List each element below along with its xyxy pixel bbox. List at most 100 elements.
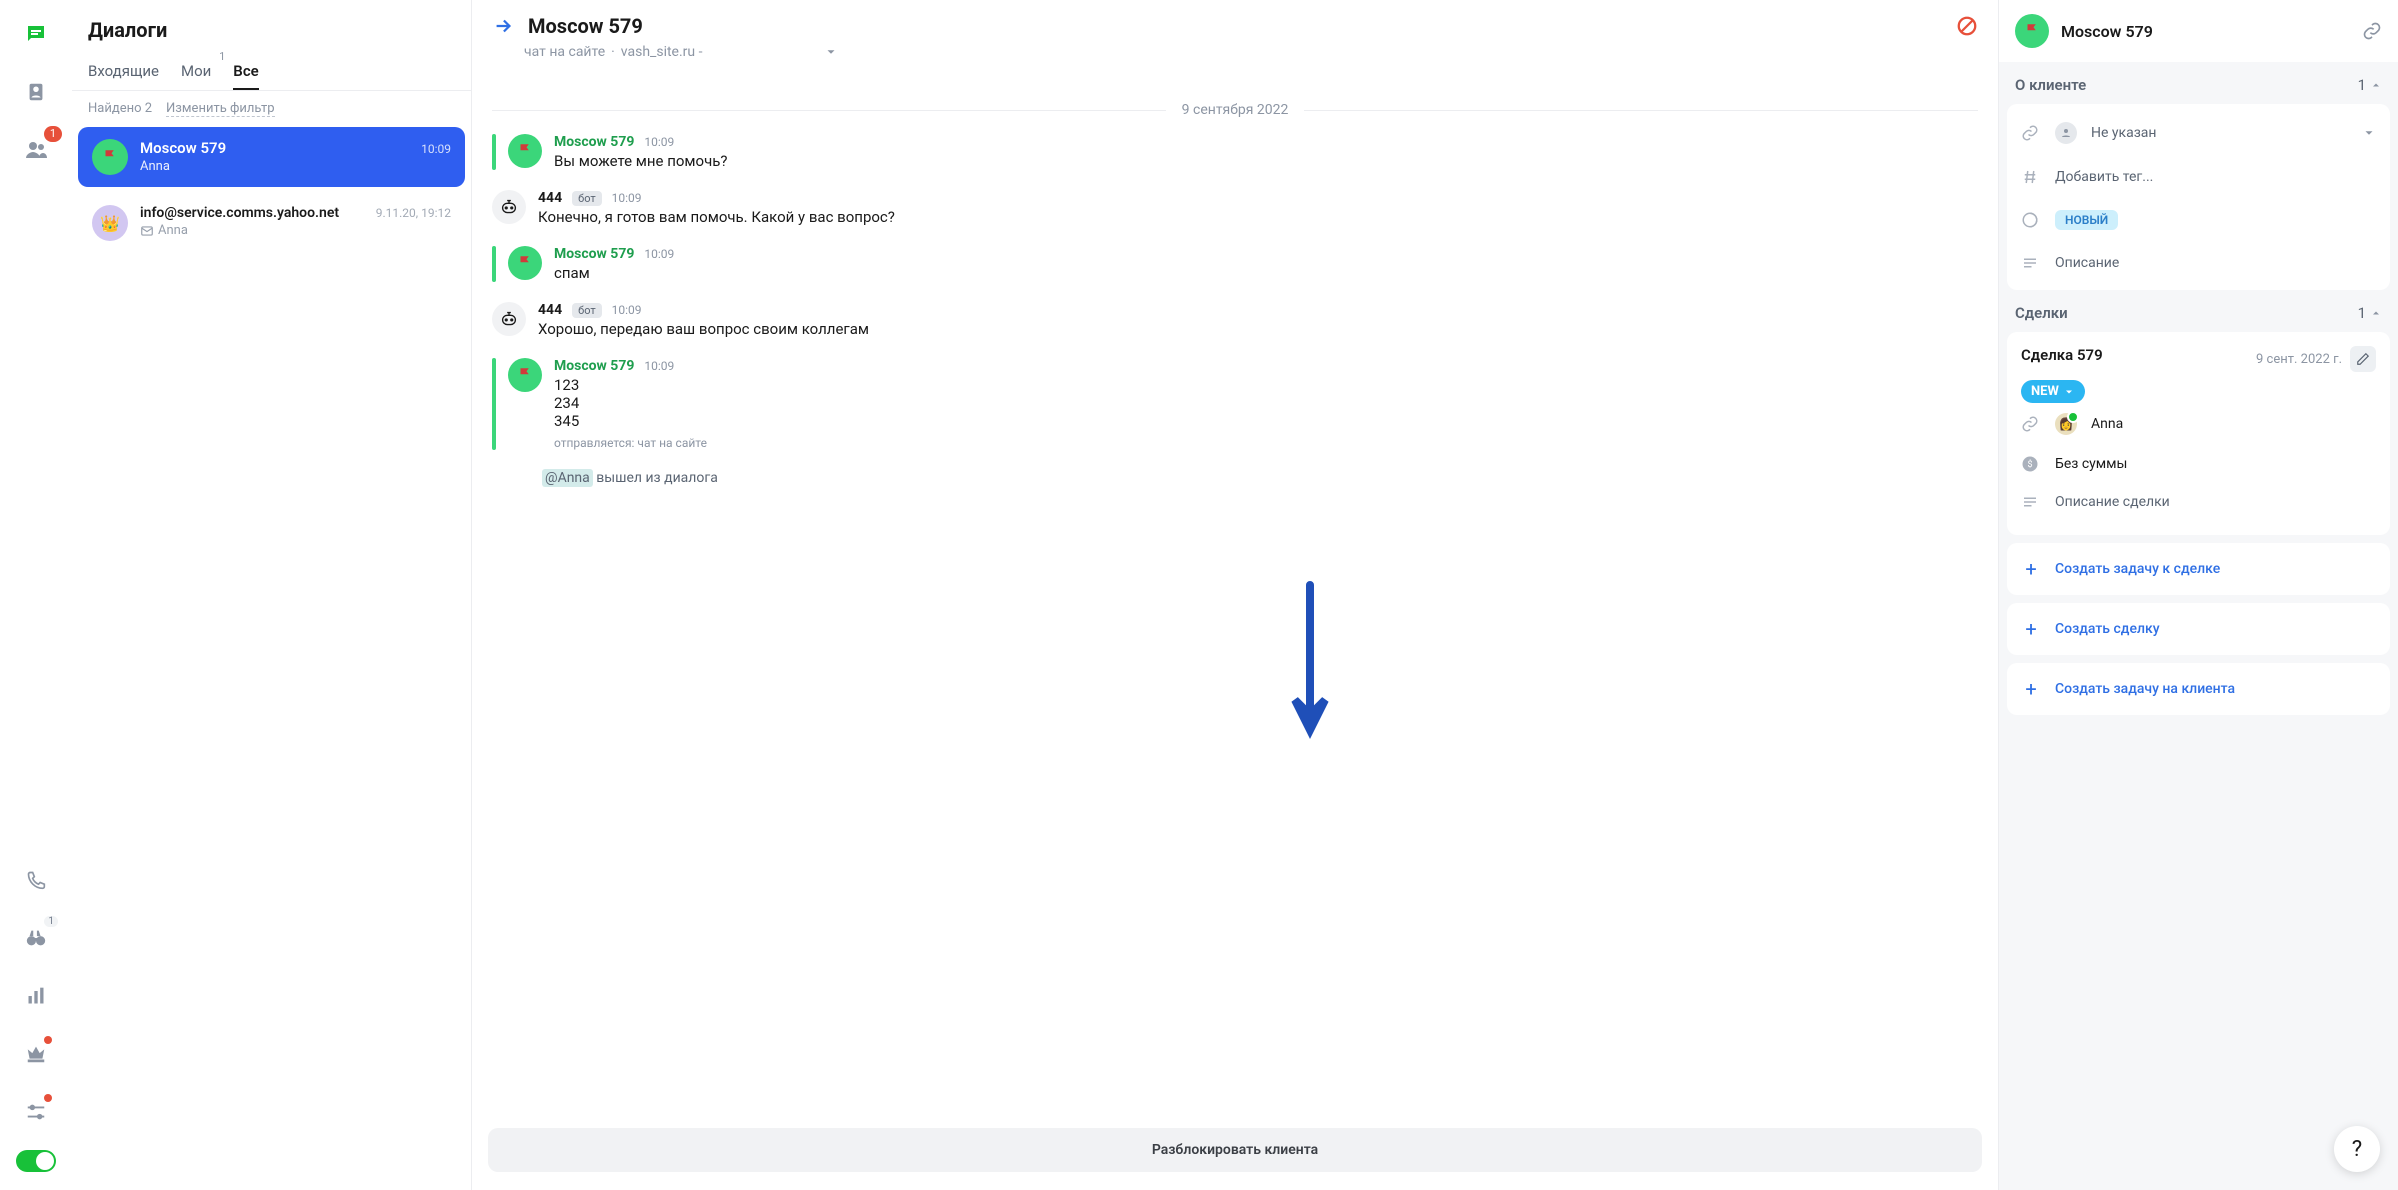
nav-settings-icon[interactable] bbox=[16, 1092, 56, 1132]
link-icon[interactable] bbox=[2362, 21, 2382, 41]
deal-amount: Без суммы bbox=[2055, 456, 2127, 472]
nav-binoculars-icon[interactable]: 1 bbox=[16, 918, 56, 958]
nav-profile-icon[interactable] bbox=[16, 72, 56, 112]
help-button[interactable]: ? bbox=[2334, 1126, 2380, 1172]
tab-all[interactable]: Все bbox=[233, 54, 258, 90]
deal-stage-badge[interactable]: NEW bbox=[2021, 380, 2085, 403]
message-time: 10:09 bbox=[612, 191, 642, 205]
chat-panel: Moscow 579 чат на сайте · vash_site.ru -… bbox=[472, 0, 1998, 1190]
deal-desc-row[interactable]: Описание сделки bbox=[2021, 483, 2376, 521]
message: 444 бот 10:09 Хорошо, передаю ваш вопрос… bbox=[492, 302, 1978, 338]
message-channel: отправляется: чат на сайте bbox=[554, 436, 1978, 450]
message-text: Вы можете мне помочь? bbox=[554, 152, 1978, 170]
description-row[interactable]: Описание bbox=[2007, 242, 2390, 284]
client-panel: Moscow 579 О клиенте 1 Не указан Добавит… bbox=[1998, 0, 2398, 1190]
message-author: Moscow 579 bbox=[554, 358, 634, 374]
hash-icon bbox=[2021, 168, 2041, 186]
nav-rail: 1 1 bbox=[0, 0, 72, 1190]
nav-phone-icon[interactable] bbox=[16, 860, 56, 900]
nav-crown-icon[interactable] bbox=[16, 1034, 56, 1074]
dialog-time: 9.11.20, 19:12 bbox=[376, 206, 451, 220]
chat-body: 9 сентября 2022 Moscow 579 10:09 Вы може… bbox=[472, 76, 1998, 1128]
chat-subheader: чат на сайте · vash_site.ru - bbox=[472, 42, 1998, 76]
chat-title: Moscow 579 bbox=[528, 14, 1942, 38]
create-deal-task-button[interactable]: + Создать задачу к сделке bbox=[2007, 543, 2390, 595]
dialog-time: 10:09 bbox=[421, 142, 451, 156]
chevron-down-icon bbox=[2362, 126, 2376, 140]
list-icon bbox=[2021, 493, 2041, 511]
link-icon bbox=[2021, 415, 2041, 433]
bot-avatar bbox=[492, 302, 526, 336]
message: Moscow 579 10:09 спам bbox=[492, 246, 1978, 282]
avatar bbox=[92, 139, 128, 175]
unblock-button[interactable]: Разблокировать клиента bbox=[488, 1128, 1982, 1172]
section-deals-header[interactable]: Сделки 1 bbox=[1999, 290, 2398, 332]
deal-amount-row[interactable]: $ Без суммы bbox=[2021, 445, 2376, 483]
nav-crown-dot bbox=[44, 1036, 52, 1044]
client-name: Moscow 579 bbox=[2061, 22, 2350, 41]
message-text: 123 234 345 bbox=[554, 376, 1978, 430]
svg-text:$: $ bbox=[2027, 459, 2032, 470]
avatar bbox=[508, 358, 542, 392]
nav-contacts-badge: 1 bbox=[44, 126, 62, 142]
dialog-name: Moscow 579 bbox=[140, 139, 226, 157]
arrow-right-icon[interactable] bbox=[492, 15, 514, 37]
dialog-item[interactable]: Moscow 579 10:09 Anna bbox=[78, 127, 465, 187]
client-header: Moscow 579 bbox=[1999, 0, 2398, 62]
avatar bbox=[2055, 122, 2077, 144]
dialog-item[interactable]: 👑 info@service.comms.yahoo.net 9.11.20, … bbox=[78, 193, 465, 253]
list-icon bbox=[2021, 254, 2041, 272]
plus-icon: + bbox=[2021, 617, 2041, 641]
avatar: 👑 bbox=[92, 205, 128, 241]
message-author: Moscow 579 bbox=[554, 134, 634, 150]
plus-icon: + bbox=[2021, 677, 2041, 701]
message-author: 444 bbox=[538, 302, 562, 318]
operator-row[interactable]: Не указан bbox=[2007, 110, 2390, 156]
dialog-preview: Anna bbox=[158, 223, 188, 238]
avatar bbox=[508, 246, 542, 280]
message-time: 10:09 bbox=[644, 359, 674, 373]
avatar bbox=[2015, 14, 2049, 48]
edit-deal-button[interactable] bbox=[2350, 346, 2376, 372]
message-text: Конечно, я готов вам помочь. Какой у вас… bbox=[538, 208, 1978, 226]
message-time: 10:09 bbox=[644, 247, 674, 261]
tags-row[interactable]: Добавить тег... bbox=[2007, 156, 2390, 198]
create-client-task-button[interactable]: + Создать задачу на клиента bbox=[2007, 663, 2390, 715]
filter-count: Найдено 2 bbox=[88, 101, 152, 117]
stage-icon bbox=[2021, 211, 2041, 229]
status-badge: НОВЫЙ bbox=[2055, 210, 2118, 230]
dialogs-title: Диалоги bbox=[72, 0, 471, 54]
chevron-up-icon bbox=[2370, 79, 2382, 91]
chevron-up-icon bbox=[2370, 307, 2382, 319]
nav-contacts-icon[interactable]: 1 bbox=[16, 130, 56, 170]
chevron-down-icon[interactable] bbox=[824, 45, 838, 59]
mail-icon bbox=[140, 224, 154, 238]
avatar: 👩 bbox=[2055, 413, 2077, 435]
nav-chat-icon[interactable] bbox=[16, 14, 56, 54]
bot-badge: бот bbox=[572, 303, 602, 318]
message-time: 10:09 bbox=[612, 303, 642, 317]
dialogs-list: Moscow 579 10:09 Anna 👑 info@service.com… bbox=[72, 127, 471, 1190]
dollar-icon: $ bbox=[2021, 455, 2041, 473]
message-text: Хорошо, передаю ваш вопрос своим коллега… bbox=[538, 320, 1978, 338]
tab-inbox[interactable]: Входящие bbox=[88, 54, 159, 90]
message-author: Moscow 579 bbox=[554, 246, 634, 262]
avatar bbox=[508, 134, 542, 168]
tab-mine[interactable]: Мои1 bbox=[181, 54, 211, 90]
nav-settings-dot bbox=[44, 1094, 52, 1102]
deal-assignee-row[interactable]: 👩 Anna bbox=[2021, 403, 2376, 445]
status-row[interactable]: НОВЫЙ bbox=[2007, 198, 2390, 242]
bot-badge: бот bbox=[572, 191, 602, 206]
plus-icon: + bbox=[2021, 557, 2041, 581]
status-toggle[interactable] bbox=[16, 1150, 56, 1172]
section-about-header[interactable]: О клиенте 1 bbox=[1999, 62, 2398, 104]
message-author: 444 bbox=[538, 190, 562, 206]
dialog-preview: Anna bbox=[140, 159, 451, 174]
nav-stats-icon[interactable] bbox=[16, 976, 56, 1016]
deal-assignee: Anna bbox=[2091, 416, 2123, 432]
message-time: 10:09 bbox=[644, 135, 674, 149]
block-icon[interactable] bbox=[1956, 15, 1978, 37]
chat-header: Moscow 579 bbox=[472, 0, 1998, 42]
create-deal-button[interactable]: + Создать сделку bbox=[2007, 603, 2390, 655]
edit-filter-link[interactable]: Изменить фильтр bbox=[166, 101, 275, 117]
